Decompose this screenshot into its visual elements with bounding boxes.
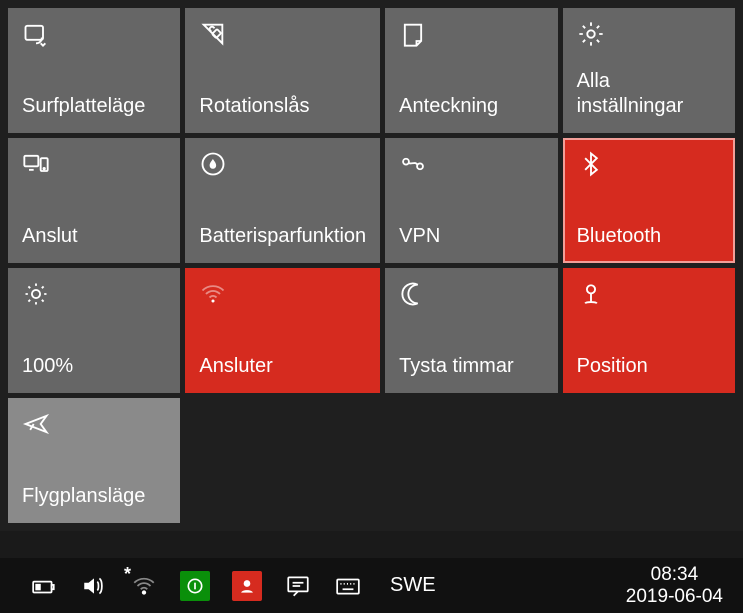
airplane-mode-icon xyxy=(22,410,56,440)
quick-action-tile-bluetooth[interactable]: Bluetooth xyxy=(563,138,735,263)
quiet-hours-moon-icon xyxy=(399,280,433,310)
tile-label: Surfplatteläge xyxy=(22,94,166,119)
tile-label: Flygplansläge xyxy=(22,484,166,509)
wifi-icon xyxy=(199,280,233,310)
quick-action-tile-location-pin[interactable]: Position xyxy=(563,268,735,393)
tile-label: Ansluter xyxy=(199,354,366,379)
action-center-panel: Surfplatteläge Rotationslås Anteckning Alla… xyxy=(0,0,743,531)
quick-action-tile-wifi[interactable]: Ansluter xyxy=(185,268,380,393)
note-icon xyxy=(399,20,433,50)
tile-label: 100% xyxy=(22,354,166,379)
bluetooth-icon xyxy=(577,150,611,180)
language-indicator[interactable]: SWE xyxy=(390,574,436,597)
quick-action-tile-rotation-lock[interactable]: Rotationslås xyxy=(185,8,380,133)
tray-app-red-icon[interactable] xyxy=(232,571,262,601)
location-pin-icon xyxy=(577,280,611,310)
quick-action-tile-airplane-mode[interactable]: Flygplansläge xyxy=(8,398,180,523)
quick-action-tile-connect-devices[interactable]: Anslut xyxy=(8,138,180,263)
tablet-mode-icon xyxy=(22,20,56,50)
tray-clock[interactable]: 08:34 2019-06-04 xyxy=(626,564,723,608)
quick-action-tile-brightness[interactable]: 100% xyxy=(8,268,180,393)
volume-tray-icon[interactable] xyxy=(80,572,108,600)
quick-action-tile-quiet-hours-moon[interactable]: Tysta timmar xyxy=(385,268,557,393)
vpn-icon xyxy=(399,150,433,180)
tray-time: 08:34 xyxy=(626,564,723,586)
taskbar: * SWE 08:34 2019-06-04 xyxy=(0,558,743,613)
tile-label: Bluetooth xyxy=(577,224,721,249)
touch-keyboard-tray-icon[interactable] xyxy=(334,572,362,600)
tray-app-green-icon[interactable] xyxy=(180,571,210,601)
battery-tray-icon[interactable] xyxy=(30,572,58,600)
tray-date: 2019-06-04 xyxy=(626,586,723,608)
tile-label: Tysta timmar xyxy=(399,354,543,379)
quick-action-tile-note[interactable]: Anteckning xyxy=(385,8,557,133)
tile-label: VPN xyxy=(399,224,543,249)
tile-label: Rotationslås xyxy=(199,94,366,119)
battery-saver-icon xyxy=(199,150,233,180)
wifi-tray-icon[interactable]: * xyxy=(130,572,158,600)
quick-action-tile-battery-saver[interactable]: Batterisparfunktion xyxy=(185,138,380,263)
tile-label: Position xyxy=(577,354,721,379)
settings-gear-icon xyxy=(577,20,611,50)
tile-label: Anslut xyxy=(22,224,166,249)
connect-devices-icon xyxy=(22,150,56,180)
brightness-icon xyxy=(22,280,56,310)
tile-label: Alla inställningar xyxy=(577,69,721,119)
notifications-tray-icon[interactable] xyxy=(284,572,312,600)
quick-action-tile-tablet-mode[interactable]: Surfplatteläge xyxy=(8,8,180,133)
quick-action-tile-vpn[interactable]: VPN xyxy=(385,138,557,263)
quick-action-tile-settings-gear[interactable]: Alla inställningar xyxy=(563,8,735,133)
tile-label: Batterisparfunktion xyxy=(199,224,366,249)
rotation-lock-icon xyxy=(199,20,233,50)
tile-label: Anteckning xyxy=(399,94,543,119)
